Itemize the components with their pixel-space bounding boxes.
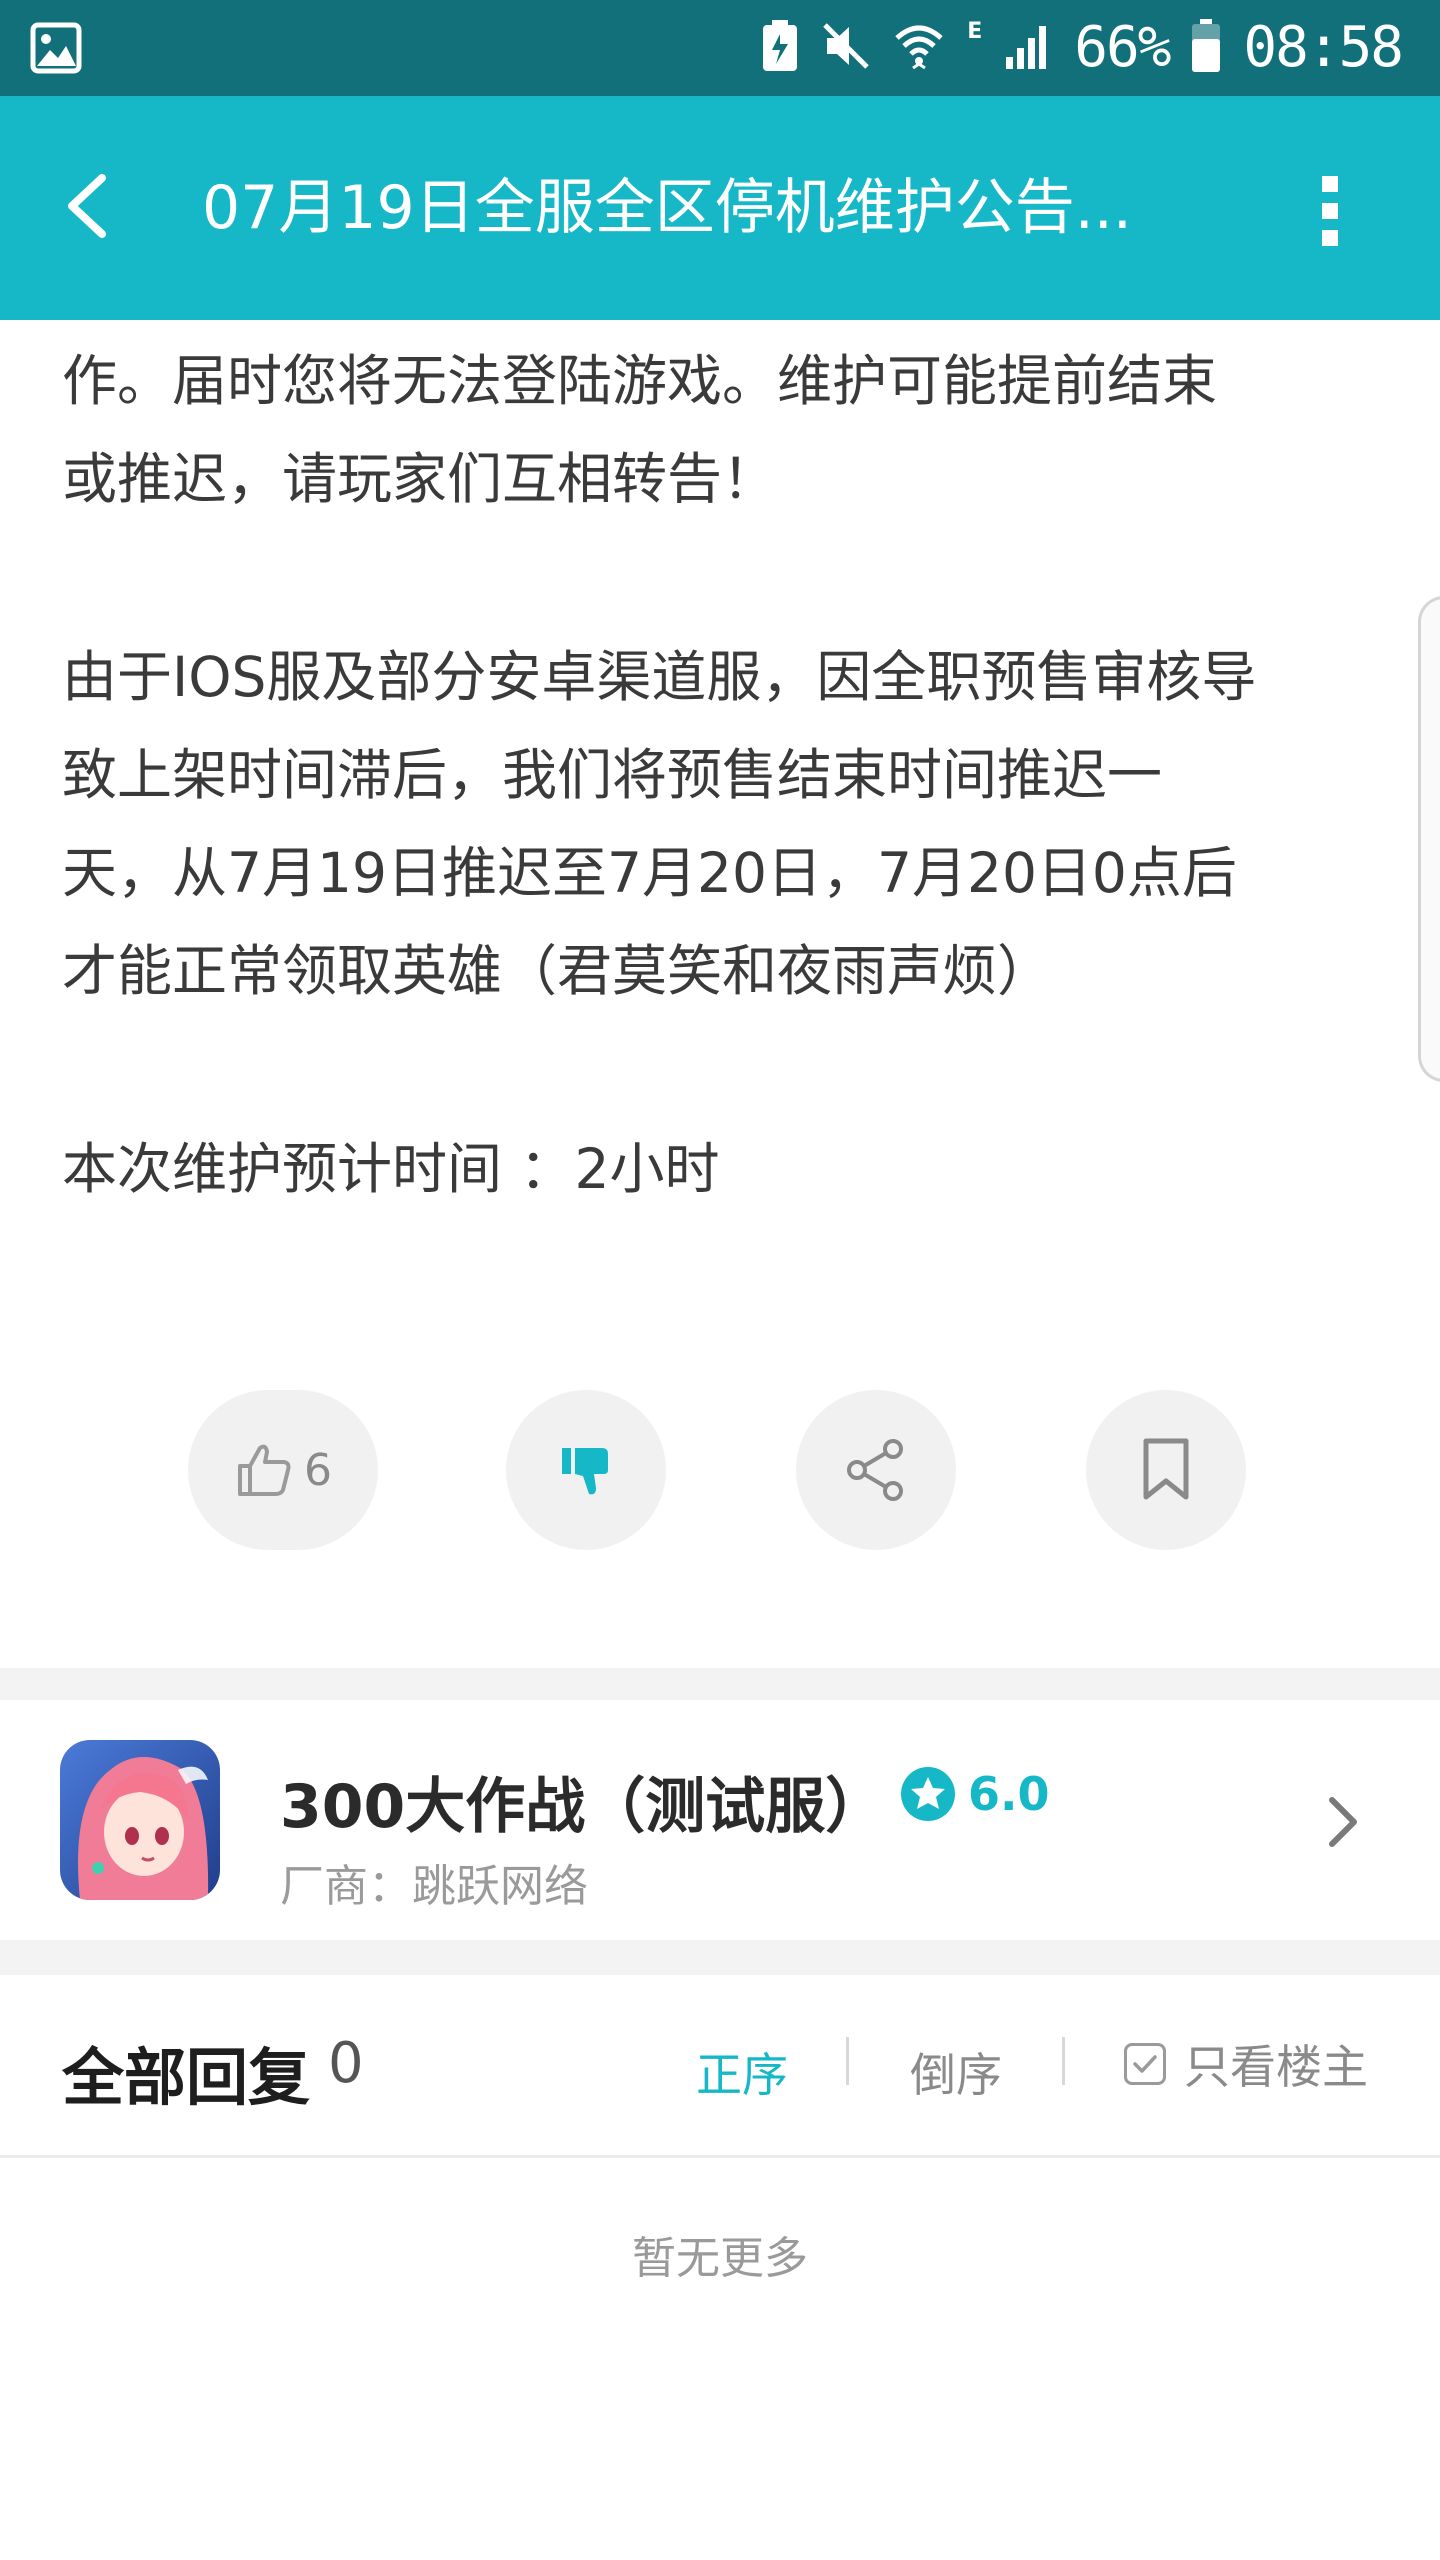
divider [1062, 2037, 1065, 2085]
replies-title: 全部回复 [62, 2041, 311, 2114]
status-bar: E 66% 08:58 [0, 0, 1440, 96]
page-title: 07月19日全服全区停机维护公告... [202, 173, 1132, 243]
article-line: 天，从7月19日推迟至7月20日，7月20日0点后 [62, 841, 1237, 905]
game-card[interactable]: 300大作战（测试服） 6.0 厂商：跳跃网络 [0, 1700, 1440, 1940]
check-icon [1133, 2055, 1157, 2073]
bookmark-icon [1143, 1438, 1189, 1500]
article-line: 或推迟，请玩家们互相转告！ [62, 447, 778, 511]
article-line: 作。届时您将无法登陆游戏。维护可能提前结束 [62, 349, 1218, 413]
rating-value: 6.0 [968, 1767, 1050, 1821]
bookmark-button[interactable] [1086, 1390, 1246, 1550]
article-line: 致上架时间滞后，我们将预售结束时间推迟一 [62, 743, 1163, 807]
only-op-label: 只看楼主 [1184, 2040, 1368, 2094]
back-button[interactable] [50, 156, 150, 256]
article-line: 由于IOS服及部分安卓渠道服，因全职预售审核导 [62, 645, 1257, 709]
dislike-button[interactable] [506, 1390, 666, 1550]
replies-header: 全部回复 0 正序 倒序 只看楼主 [0, 1975, 1440, 2155]
network-type: E [967, 18, 983, 44]
share-button[interactable] [796, 1390, 956, 1550]
section-divider [0, 1668, 1440, 1700]
app-bar: 07月19日全服全区停机维护公告... [0, 96, 1440, 320]
battery-icon [1191, 19, 1221, 77]
game-rating: 6.0 [900, 1766, 1050, 1822]
game-icon [60, 1740, 220, 1900]
thumbs-down-icon [562, 1448, 608, 1495]
wifi-icon [893, 20, 945, 76]
sort-ascending-tab[interactable]: 正序 [696, 2039, 788, 2105]
divider [846, 2037, 849, 2085]
checkbox[interactable] [1124, 2043, 1166, 2085]
back-arrow-icon [68, 174, 106, 238]
only-op-toggle[interactable]: 只看楼主 [1124, 2031, 1368, 2097]
like-count: 6 [304, 1444, 332, 1496]
scroll-handle[interactable] [1418, 596, 1440, 1082]
article-line: 才能正常领取英雄（君莫笑和夜雨声烦） [62, 939, 1053, 1003]
game-vendor: 厂商：跳跃网络 [280, 1861, 588, 1912]
sort-descending-tab[interactable]: 倒序 [910, 2039, 1002, 2105]
like-button[interactable]: 6 [188, 1390, 378, 1550]
game-name: 300大作战（测试服） [280, 1772, 886, 1842]
signal-icon [1004, 23, 1052, 73]
gallery-notification-icon [30, 22, 82, 78]
mute-icon [821, 21, 871, 75]
divider [0, 2155, 1440, 2158]
no-more-text: 暂无更多 [632, 2233, 808, 2284]
thumbs-up-icon [238, 1444, 291, 1496]
share-icon [847, 1439, 903, 1501]
section-divider [0, 1940, 1440, 1975]
battery-saver-icon [761, 20, 799, 76]
clock: 08:58 [1243, 15, 1404, 80]
more-vert-icon [1322, 176, 1338, 246]
star-badge-icon [901, 1767, 955, 1821]
article-line: 本次维护预计时间 ：2小时 [62, 1137, 720, 1201]
replies-count: 0 [328, 2031, 364, 2096]
chevron-right-icon [1329, 1797, 1357, 1847]
more-options-button[interactable] [1300, 156, 1360, 266]
battery-percent: 66% [1074, 15, 1171, 80]
